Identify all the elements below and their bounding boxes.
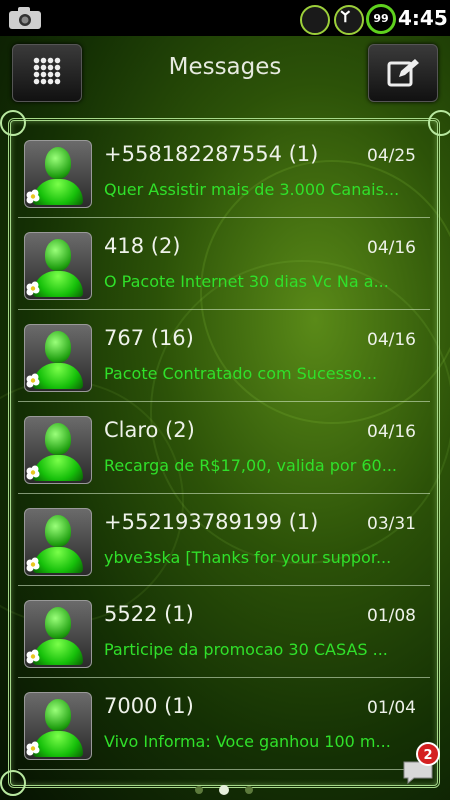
contact-avatar[interactable] [24, 600, 92, 668]
header: Messages [0, 36, 450, 108]
message-preview: Recarga de R$17,00, valida por 60... [104, 456, 397, 475]
avatar-head [45, 331, 71, 363]
message-preview: O Pacote Internet 30 dias Vc Na a... [104, 272, 389, 291]
sender-name: 7000 (1) [104, 694, 194, 718]
message-date: 04/16 [367, 330, 416, 350]
page-dot[interactable] [195, 786, 203, 794]
conversation-row[interactable]: +558182287554 (1) 04/25 Quer Assistir mais… [12, 126, 436, 218]
flower-icon [26, 189, 40, 204]
avatar-head [45, 239, 71, 271]
contact-avatar[interactable] [24, 692, 92, 760]
contact-avatar[interactable] [24, 324, 92, 392]
sender-name: 418 (2) [104, 234, 181, 258]
conversation-row[interactable]: +552193789199 (1) 03/31 ybve3ska [Thanks f… [12, 494, 436, 586]
weather-icon [300, 5, 330, 35]
message-preview: Vivo Informa: Voce ganhou 100 m... [104, 732, 391, 751]
avatar-head [45, 423, 71, 455]
message-date: 04/25 [367, 146, 416, 166]
contact-avatar[interactable] [24, 232, 92, 300]
message-preview: ybve3ska [Thanks for your suppor... [104, 548, 392, 567]
messages-screen: 99 4:45 Messages +558182287554 (1) 04/25 Q… [0, 0, 450, 800]
flower-icon [26, 557, 40, 572]
flower-icon [26, 649, 40, 664]
message-preview: Pacote Contratado com Sucesso... [104, 364, 378, 383]
conversation-row[interactable]: 7000 (1) 01/04 Vivo Informa: Voce ganhou 1… [12, 678, 436, 770]
sender-name: Claro (2) [104, 418, 195, 442]
conversation-row[interactable]: Claro (2) 04/16 Recarga de R$17,00, valida… [12, 402, 436, 494]
camera-icon [9, 7, 41, 29]
flower-icon [26, 741, 40, 756]
message-date: 03/31 [367, 514, 416, 534]
conversation-row[interactable]: 418 (2) 04/16 O Pacote Internet 30 dias Vc… [12, 218, 436, 310]
flower-icon [26, 465, 40, 480]
message-preview: Participe da promocao 30 CASAS ... [104, 640, 388, 659]
clock: 4:45 [398, 6, 448, 30]
avatar-head [45, 147, 71, 179]
conversation-row[interactable]: 767 (16) 04/16 Pacote Contratado com Suces… [12, 310, 436, 402]
contact-avatar[interactable] [24, 140, 92, 208]
unread-count-badge: 2 [416, 742, 440, 766]
signal-icon [334, 5, 364, 35]
compose-button[interactable] [368, 44, 438, 102]
message-date: 01/08 [367, 606, 416, 626]
compose-icon [387, 59, 419, 87]
row-divider [18, 769, 430, 770]
sender-name: +558182287554 (1) [104, 142, 319, 166]
page-indicator [0, 785, 450, 796]
contact-avatar[interactable] [24, 416, 92, 484]
flower-icon [26, 373, 40, 388]
message-date: 04/16 [367, 238, 416, 258]
sender-name: +552193789199 (1) [104, 510, 319, 534]
battery-icon: 99 [366, 4, 396, 34]
page-dot-active[interactable] [219, 785, 229, 795]
flower-icon [26, 281, 40, 296]
avatar-head [45, 607, 71, 639]
sender-name: 5522 (1) [104, 602, 194, 626]
conversation-row[interactable]: 5522 (1) 01/08 Participe da promocao 30 CA… [12, 586, 436, 678]
message-preview: Quer Assistir mais de 3.000 Canais... [104, 180, 400, 199]
message-date: 01/04 [367, 698, 416, 718]
contact-avatar[interactable] [24, 508, 92, 576]
avatar-head [45, 699, 71, 731]
sender-name: 767 (16) [104, 326, 194, 350]
page-dot[interactable] [245, 786, 253, 794]
message-date: 04/16 [367, 422, 416, 442]
status-bar: 99 4:45 [0, 0, 450, 36]
avatar-head [45, 515, 71, 547]
